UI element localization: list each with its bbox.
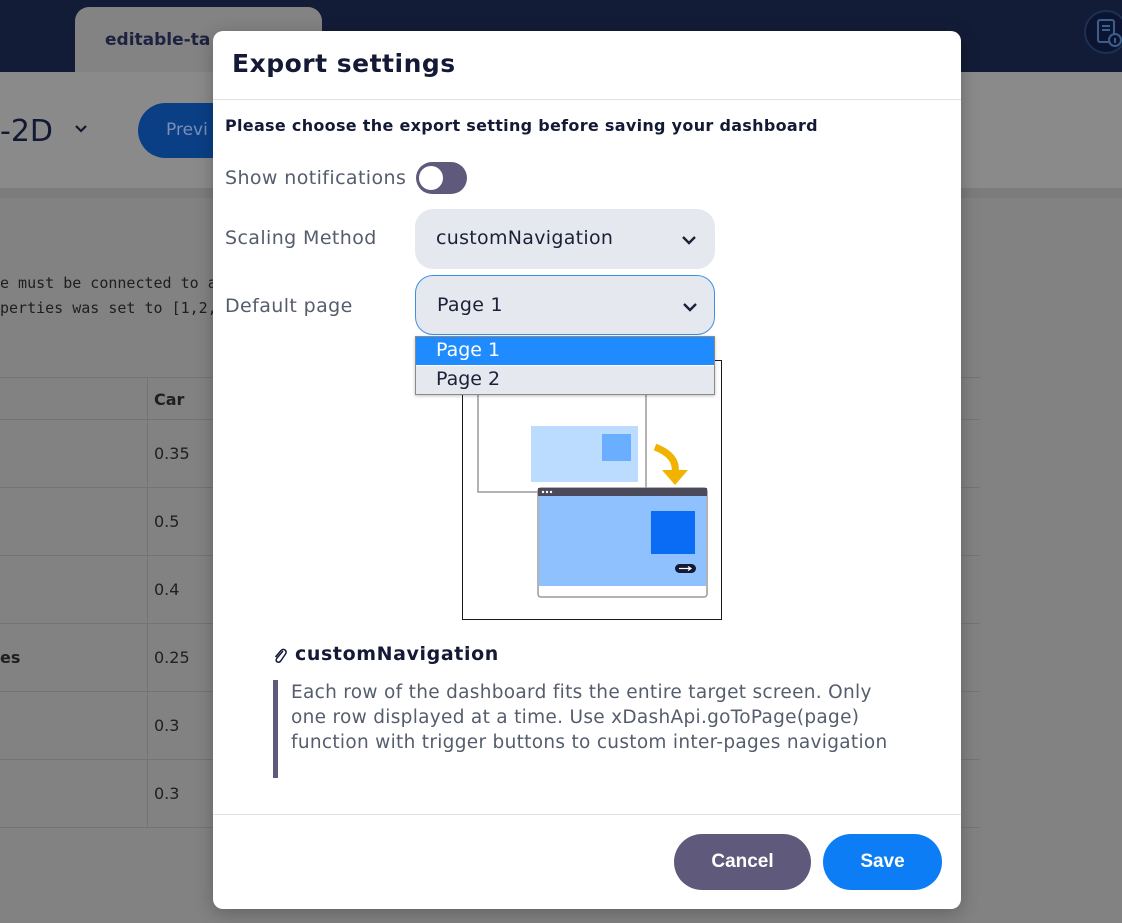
scaling-method-select[interactable]: customNavigation [415, 209, 715, 269]
table-cell [0, 488, 148, 555]
save-button[interactable]: Save [823, 834, 942, 890]
scaling-method-value: customNavigation [436, 227, 614, 249]
widget-description-line: perties was set to [1,2, [0, 299, 217, 317]
default-page-select[interactable]: Page 1 [415, 275, 715, 335]
default-page-value: Page 1 [437, 294, 503, 316]
help-doc-icon[interactable] [1084, 10, 1122, 54]
table-cell [0, 624, 148, 691]
default-page-dropdown: Page 1 Page 2 [415, 336, 715, 395]
cancel-button[interactable]: Cancel [674, 834, 811, 890]
quote-bar [273, 680, 278, 778]
chevron-down-icon [682, 298, 698, 317]
dropdown-option-page-2[interactable]: Page 2 [416, 366, 714, 394]
table-cell [0, 378, 148, 419]
custom-navigation-illustration [462, 360, 722, 620]
table-header-cell: Car [154, 390, 185, 409]
widget-description-line: e must be connected to a [0, 274, 217, 292]
default-page-label: Default page [225, 295, 353, 317]
table-cell: 0.5 [154, 512, 180, 531]
table-cell [0, 420, 148, 487]
toggle-knob [419, 166, 443, 190]
table-cell: es [0, 648, 21, 667]
scaling-method-description: Each row of the dashboard fits the entir… [291, 682, 888, 753]
chevron-down-icon [681, 231, 697, 250]
show-notifications-label: Show notifications [225, 167, 407, 189]
dialog-instruction: Please choose the export setting before … [225, 116, 818, 135]
table-cell [0, 760, 148, 827]
table-cell [0, 692, 148, 759]
show-notifications-toggle[interactable] [416, 162, 467, 194]
export-settings-dialog: Export settings Please choose the export… [213, 31, 961, 909]
dialog-title: Export settings [232, 49, 456, 78]
scaling-method-title: customNavigation [295, 643, 499, 665]
paperclip-icon [272, 647, 288, 669]
table-cell: 0.35 [154, 444, 190, 463]
divider [213, 814, 961, 815]
table-cell: 0.4 [154, 580, 180, 599]
table-cell: 0.25 [154, 648, 190, 667]
table-cell: 0.3 [154, 716, 180, 735]
scaling-method-label: Scaling Method [225, 227, 377, 249]
project-title[interactable]: -2D [0, 114, 53, 149]
dropdown-option-page-1[interactable]: Page 1 [416, 337, 714, 365]
table-cell: 0.3 [154, 784, 180, 803]
chevron-down-icon[interactable] [73, 120, 89, 139]
table-cell [0, 556, 148, 623]
divider [213, 99, 961, 100]
